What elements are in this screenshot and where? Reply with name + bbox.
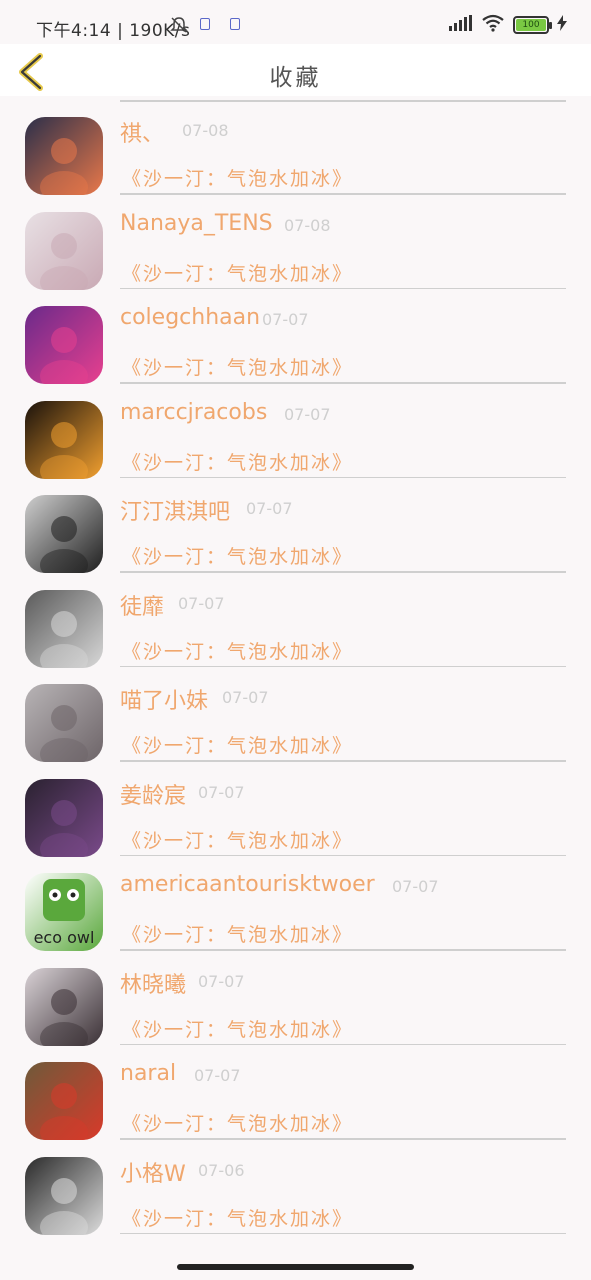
signal-icon xyxy=(449,15,473,35)
item-username[interactable]: 林晓曦 xyxy=(120,967,186,999)
item-date: 07-07 xyxy=(178,593,225,613)
item-date: 07-08 xyxy=(182,121,229,140)
item-work-title[interactable]: 《沙一汀：气泡水加冰》 xyxy=(122,164,353,191)
item-username[interactable]: 祺、 xyxy=(120,116,164,148)
list-item[interactable]: 祺、 07-08 《沙一汀：气泡水加冰》 xyxy=(0,96,591,195)
avatar-logo-text: eco owl xyxy=(33,928,95,947)
avatar[interactable] xyxy=(25,211,103,290)
item-username[interactable]: 汀汀淇淇吧 xyxy=(120,494,230,526)
list-item[interactable]: naral 07-07 《沙一汀：气泡水加冰》 xyxy=(0,1041,591,1140)
avatar[interactable] xyxy=(25,117,103,195)
avatar[interactable] xyxy=(25,400,103,479)
list-item[interactable]: 姜龄宸 07-07 《沙一汀：气泡水加冰》 xyxy=(0,758,591,857)
page-title: 收藏 xyxy=(269,65,322,91)
item-date: 07-07 xyxy=(284,404,331,424)
item-username[interactable]: americaantourisktwoer xyxy=(120,872,375,897)
status-time-speed: 下午4:14 | 190K/s xyxy=(36,21,191,41)
notification-icon xyxy=(200,18,210,30)
divider xyxy=(120,1232,566,1234)
item-username[interactable]: colegchhaan xyxy=(120,305,260,330)
item-username[interactable]: 小格W xyxy=(120,1156,186,1188)
item-date: 07-08 xyxy=(284,215,331,235)
battery-icon: 100 xyxy=(513,16,552,34)
list-item[interactable]: 小格W 07-06 《沙一汀：气泡水加冰》 xyxy=(0,1136,591,1235)
item-username[interactable]: naral xyxy=(120,1061,176,1086)
avatar[interactable] xyxy=(25,495,103,573)
list-item[interactable]: Nanaya_TENS 07-08 《沙一汀：气泡水加冰》 xyxy=(0,191,591,290)
item-work-title[interactable]: 《沙一汀：气泡水加冰》 xyxy=(122,826,353,853)
list-item[interactable]: 林晓曦 07-07 《沙一汀：气泡水加冰》 xyxy=(0,947,591,1046)
item-username[interactable]: 徒靡 xyxy=(120,589,164,621)
mute-icon xyxy=(170,16,188,38)
avatar[interactable] xyxy=(25,589,103,668)
list-item[interactable]: colegchhaan 07-07 《沙一汀：气泡水加冰》 xyxy=(0,285,591,384)
header: 收藏 xyxy=(0,44,591,96)
item-date: 07-07 xyxy=(392,877,439,896)
home-indicator[interactable] xyxy=(177,1264,414,1270)
favorites-list: 祺、 07-08 《沙一汀：气泡水加冰》 Nanaya_TENS 07-08 《沙一汀：气… xyxy=(0,96,591,1252)
notification-icon xyxy=(230,18,240,30)
item-work-title[interactable]: 《沙一汀：气泡水加冰》 xyxy=(122,1015,353,1042)
item-work-title[interactable]: 《沙一汀：气泡水加冰》 xyxy=(122,731,353,758)
avatar[interactable] xyxy=(25,306,103,384)
status-bar: 下午4:14 | 190K/s 100 xyxy=(0,0,591,44)
list-item[interactable]: 汀汀淇淇吧 07-07 《沙一汀：气泡水加冰》 xyxy=(0,474,591,573)
item-date: 07-07 xyxy=(262,310,309,329)
item-work-title[interactable]: 《沙一汀：气泡水加冰》 xyxy=(122,259,353,286)
item-work-title[interactable]: 《沙一汀：气泡水加冰》 xyxy=(122,353,353,380)
item-work-title[interactable]: 《沙一汀：气泡水加冰》 xyxy=(122,1204,353,1231)
battery-level: 100 xyxy=(516,19,546,31)
item-date: 07-07 xyxy=(198,782,245,802)
avatar[interactable] xyxy=(25,778,103,857)
item-date: 07-07 xyxy=(222,688,269,707)
item-date: 07-07 xyxy=(246,499,293,518)
avatar[interactable] xyxy=(25,684,103,762)
list-item[interactable]: marccjracobs 07-07 《沙一汀：气泡水加冰》 xyxy=(0,380,591,479)
list-item[interactable]: eco owl americaantourisktwoer 07-07 《沙一汀：气泡… xyxy=(0,852,591,951)
item-username[interactable]: Nanaya_TENS xyxy=(120,211,273,236)
item-date: 07-07 xyxy=(194,1066,241,1085)
item-date: 07-06 xyxy=(198,1160,245,1180)
item-work-title[interactable]: 《沙一汀：气泡水加冰》 xyxy=(122,637,353,664)
item-work-title[interactable]: 《沙一汀：气泡水加冰》 xyxy=(122,920,353,947)
list-item[interactable]: 徒靡 07-07 《沙一汀：气泡水加冰》 xyxy=(0,569,591,668)
avatar[interactable]: eco owl xyxy=(25,873,103,951)
wifi-icon xyxy=(481,14,505,36)
avatar[interactable] xyxy=(25,1062,103,1140)
item-work-title[interactable]: 《沙一汀：气泡水加冰》 xyxy=(122,448,353,475)
item-username[interactable]: marccjracobs xyxy=(120,400,267,425)
item-work-title[interactable]: 《沙一汀：气泡水加冰》 xyxy=(122,542,353,569)
list-item[interactable]: 喵了小妹 07-07 《沙一汀：气泡水加冰》 xyxy=(0,663,591,762)
charging-icon xyxy=(557,15,567,35)
item-work-title[interactable]: 《沙一汀：气泡水加冰》 xyxy=(122,1109,353,1136)
item-username[interactable]: 喵了小妹 xyxy=(120,683,208,715)
item-date: 07-07 xyxy=(198,971,245,991)
avatar[interactable] xyxy=(25,967,103,1046)
avatar[interactable] xyxy=(25,1156,103,1235)
item-username[interactable]: 姜龄宸 xyxy=(120,778,186,810)
